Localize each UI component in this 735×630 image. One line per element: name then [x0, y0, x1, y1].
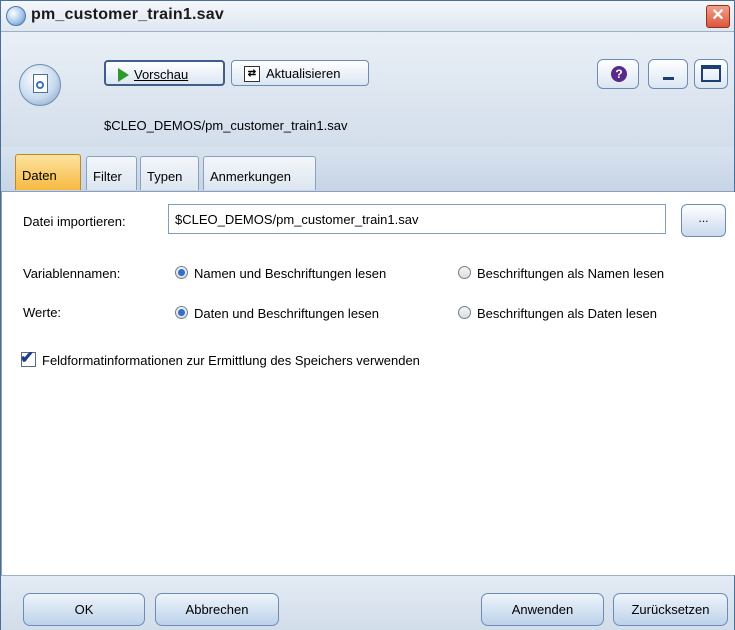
ok-button[interactable]: OK — [23, 593, 145, 626]
reset-button[interactable]: Zurücksetzen — [613, 593, 728, 626]
radio-read-data-labels[interactable] — [175, 306, 188, 319]
import-file-input[interactable] — [168, 204, 666, 234]
window-title: pm_customer_train1.sav — [31, 6, 224, 23]
tab-label: Daten — [22, 168, 57, 183]
tab-content — [1, 192, 735, 575]
app-icon — [6, 6, 26, 26]
dialog-window: pm_customer_train1.sav ✕ Vorschau ⇄ Aktu… — [0, 0, 735, 630]
apply-button[interactable]: Anwenden — [481, 593, 604, 626]
node-path: $CLEO_DEMOS/pm_customer_train1.sav — [104, 118, 348, 133]
radio-read-names-labels[interactable] — [175, 266, 188, 279]
cancel-button[interactable]: Abbrechen — [155, 593, 279, 626]
refresh-label: Aktualisieren — [266, 66, 341, 81]
close-button[interactable]: ✕ — [706, 5, 730, 28]
radio-read-data-labels-label: Daten und Beschriftungen lesen — [194, 306, 380, 321]
refresh-button[interactable]: ⇄ Aktualisieren — [231, 60, 369, 86]
browse-button[interactable]: ... — [681, 204, 726, 237]
radio-labels-as-names[interactable] — [458, 266, 471, 279]
tab-label: Typen — [147, 169, 183, 184]
radio-labels-as-data[interactable] — [458, 306, 471, 319]
checkmark-icon: ✔ — [20, 348, 35, 367]
radio-labels-as-names-label: Beschriftungen als Namen lesen — [477, 266, 665, 281]
source-node-icon — [19, 64, 61, 106]
title-bar[interactable]: pm_customer_train1.sav ✕ — [1, 1, 734, 32]
field-format-checkbox[interactable]: ✔ — [20, 348, 36, 367]
tab-label: Anmerkungen — [210, 169, 291, 184]
minimize-button[interactable] — [648, 59, 688, 89]
footer-bar: OK Abbrechen Anwenden Zurücksetzen — [1, 575, 734, 630]
tab-daten[interactable]: Daten — [15, 154, 81, 190]
radio-labels-as-data-label: Beschriftungen als Daten lesen — [477, 306, 657, 321]
preview-button[interactable]: Vorschau — [104, 60, 225, 86]
help-icon: ? — [611, 66, 627, 82]
radio-read-names-labels-label: Namen und Beschriftungen lesen — [194, 266, 387, 281]
close-icon: ✕ — [711, 7, 725, 24]
field-format-checkbox-label: Feldformatinformationen zur Ermittlung d… — [42, 353, 420, 368]
help-button[interactable]: ? — [597, 59, 639, 89]
tab-anmerkungen[interactable]: Anmerkungen — [203, 156, 316, 190]
import-file-label: Datei importieren: — [23, 214, 126, 229]
values-label: Werte: — [23, 305, 62, 320]
play-icon — [118, 68, 129, 82]
tab-strip: Daten Filter Typen Anmerkungen — [1, 147, 734, 192]
minimize-icon — [663, 77, 674, 80]
maximize-icon — [701, 65, 721, 82]
tab-label: Filter — [93, 169, 122, 184]
tab-filter[interactable]: Filter — [86, 156, 137, 190]
node-header: Vorschau ⇄ Aktualisieren ? $CLEO_DEMOS/p… — [1, 32, 734, 147]
varnames-label: Variablennamen: — [23, 266, 121, 281]
preview-label: Vorschau — [134, 67, 189, 82]
tab-typen[interactable]: Typen — [140, 156, 199, 190]
refresh-icon: ⇄ — [244, 66, 260, 82]
maximize-button[interactable] — [694, 59, 728, 89]
